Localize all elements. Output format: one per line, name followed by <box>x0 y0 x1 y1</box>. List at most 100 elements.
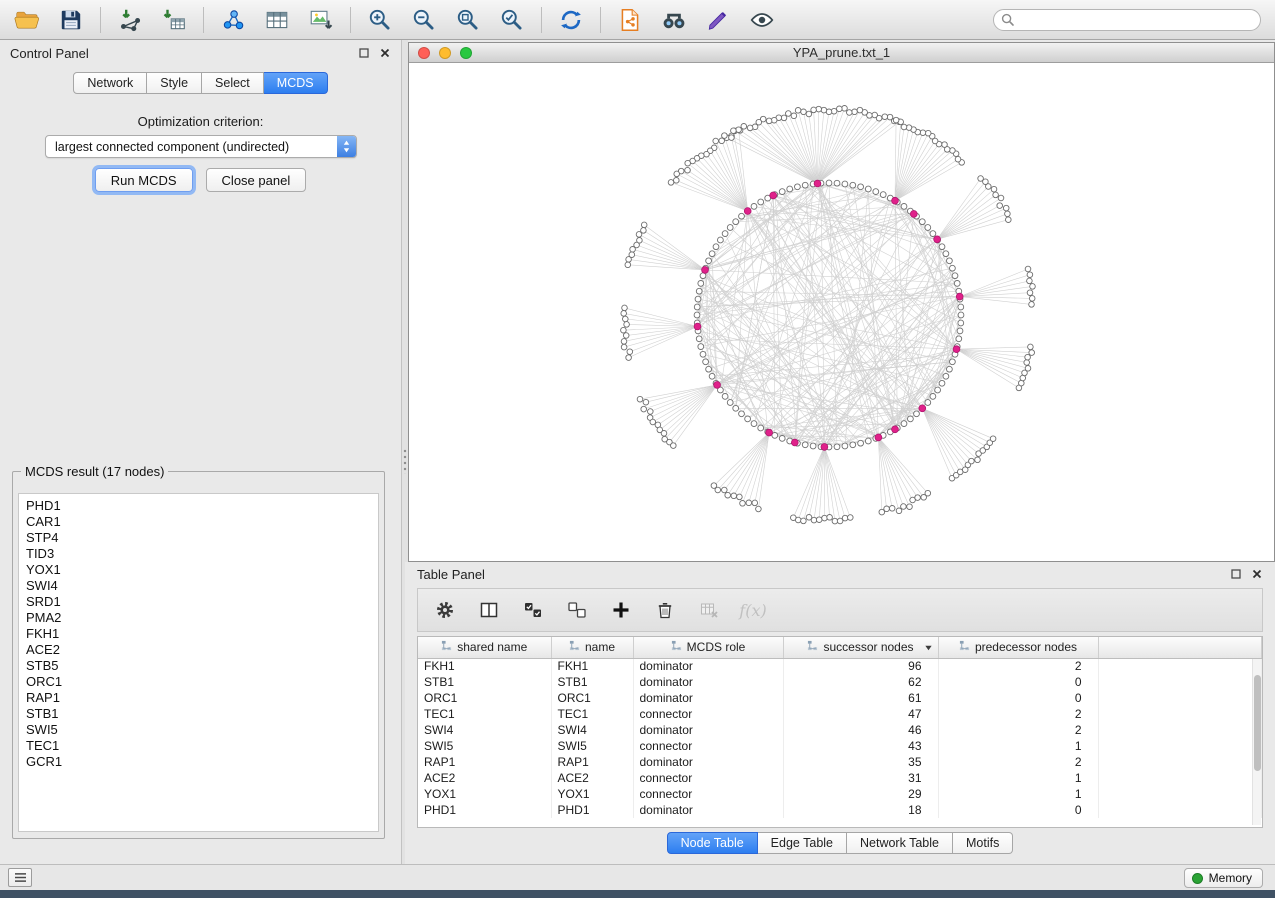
mcds-result-item[interactable]: STP4 <box>26 530 378 546</box>
column-header-shared-name[interactable]: shared name <box>418 637 551 658</box>
mcds-result-item[interactable]: SWI5 <box>26 722 378 738</box>
toolbar-separator <box>203 7 204 33</box>
table-cell: 1 <box>938 786 1098 802</box>
network-graph[interactable] <box>409 63 1274 561</box>
table-tab-motifs[interactable]: Motifs <box>953 832 1013 854</box>
search-input[interactable] <box>993 9 1261 31</box>
table-row[interactable]: RAP1RAP1dominator352 <box>418 754 1262 770</box>
table-tab-node-table[interactable]: Node Table <box>667 832 758 854</box>
table-row[interactable]: ACE2ACE2connector311 <box>418 770 1262 786</box>
zoom-selected-icon[interactable] <box>491 3 533 37</box>
table-cell-filler <box>1098 722 1262 738</box>
table-cell: 18 <box>783 802 938 818</box>
mcds-result-item[interactable]: PHD1 <box>26 498 378 514</box>
export-network-icon[interactable] <box>609 3 651 37</box>
delete-table-icon <box>696 597 722 623</box>
table-row[interactable]: SWI5SWI5connector431 <box>418 738 1262 754</box>
memory-button[interactable]: Memory <box>1184 868 1263 888</box>
table-row[interactable]: FKH1FKH1dominator962 <box>418 658 1262 674</box>
mcds-result-item[interactable]: ACE2 <box>26 642 378 658</box>
close-table-panel-icon[interactable] <box>1251 568 1263 580</box>
mcds-result-item[interactable]: ORC1 <box>26 674 378 690</box>
table-cell: PHD1 <box>551 802 633 818</box>
table-row[interactable]: PHD1PHD1dominator180 <box>418 802 1262 818</box>
select-all-icon[interactable] <box>520 597 546 623</box>
table-settings-icon[interactable] <box>432 597 458 623</box>
mcds-result-item[interactable]: FKH1 <box>26 626 378 642</box>
mcds-result-item[interactable]: SRD1 <box>26 594 378 610</box>
mcds-result-item[interactable]: TEC1 <box>26 738 378 754</box>
network-canvas[interactable] <box>409 63 1274 561</box>
table-tab-network-table[interactable]: Network Table <box>847 832 953 854</box>
dropdown-stepper-icon <box>337 136 356 157</box>
table-cell-filler <box>1098 706 1262 722</box>
tab-network[interactable]: Network <box>73 72 147 94</box>
mcds-result-item[interactable]: SWI4 <box>26 578 378 594</box>
new-network-icon[interactable] <box>212 3 254 37</box>
table-cell-filler <box>1098 658 1262 674</box>
table-toolbar: f(x) <box>417 588 1263 632</box>
table-scrollbar[interactable] <box>1252 659 1261 825</box>
zoom-in-icon[interactable] <box>359 3 401 37</box>
table-row[interactable]: YOX1YOX1connector291 <box>418 786 1262 802</box>
refresh-layout-icon[interactable] <box>550 3 592 37</box>
table-cell: 96 <box>783 658 938 674</box>
column-header-name[interactable]: name <box>551 637 633 658</box>
table-cell: STB1 <box>551 674 633 690</box>
deselect-all-icon[interactable] <box>564 597 590 623</box>
panel-menu-button[interactable] <box>8 868 32 887</box>
table-cell: dominator <box>633 722 783 738</box>
mcds-result-list[interactable]: PHD1CAR1STP4TID3YOX1SWI4SRD1PMA2FKH1ACE2… <box>18 493 379 832</box>
mcds-result-item[interactable]: GCR1 <box>26 754 378 770</box>
save-session-icon[interactable] <box>50 3 92 37</box>
mcds-result-item[interactable]: STB5 <box>26 658 378 674</box>
table-row[interactable]: TEC1TEC1connector472 <box>418 706 1262 722</box>
show-graphics-icon[interactable] <box>741 3 783 37</box>
table-cell: 47 <box>783 706 938 722</box>
table-cell: ORC1 <box>551 690 633 706</box>
zoom-fit-icon[interactable] <box>447 3 489 37</box>
mcds-result-item[interactable]: TID3 <box>26 546 378 562</box>
show-columns-icon[interactable] <box>476 597 502 623</box>
column-header-successor-nodes[interactable]: successor nodes <box>783 637 938 658</box>
column-header-predecessor-nodes[interactable]: predecessor nodes <box>938 637 1098 658</box>
import-table-file-icon[interactable] <box>153 3 195 37</box>
search-box[interactable] <box>993 9 1261 31</box>
table-cell: TEC1 <box>418 706 551 722</box>
import-network-file-icon[interactable] <box>109 3 151 37</box>
network-titlebar[interactable]: YPA_prune.txt_1 <box>409 43 1274 63</box>
function-builder-icon: f(x) <box>740 597 766 623</box>
run-mcds-button[interactable]: Run MCDS <box>95 168 193 192</box>
zoom-out-icon[interactable] <box>403 3 445 37</box>
open-session-icon[interactable] <box>6 3 48 37</box>
table-row[interactable]: STB1STB1dominator620 <box>418 674 1262 690</box>
add-row-icon[interactable] <box>608 597 634 623</box>
close-panel-icon[interactable] <box>379 47 391 59</box>
table-tab-edge-table[interactable]: Edge Table <box>758 832 847 854</box>
criterion-select[interactable]: largest connected component (undirected) <box>45 135 357 158</box>
attribute-icon <box>569 640 580 654</box>
mcds-result-item[interactable]: YOX1 <box>26 562 378 578</box>
criterion-value: largest connected component (undirected) <box>46 140 337 154</box>
tab-select[interactable]: Select <box>202 72 264 94</box>
export-image-icon[interactable] <box>300 3 342 37</box>
mcds-result-item[interactable]: PMA2 <box>26 610 378 626</box>
table-row[interactable]: SWI4SWI4dominator462 <box>418 722 1262 738</box>
mcds-result-item[interactable]: CAR1 <box>26 514 378 530</box>
find-icon[interactable] <box>653 3 695 37</box>
mcds-result-group: MCDS result (17 nodes) PHD1CAR1STP4TID3Y… <box>12 464 385 839</box>
table-scrollbar-thumb[interactable] <box>1254 675 1261 771</box>
sort-menu-icon[interactable] <box>922 641 935 654</box>
mcds-result-item[interactable]: STB1 <box>26 706 378 722</box>
delete-row-icon[interactable] <box>652 597 678 623</box>
column-header-mcds-role[interactable]: MCDS role <box>633 637 783 658</box>
new-table-icon[interactable] <box>256 3 298 37</box>
float-panel-icon[interactable] <box>358 47 370 59</box>
tab-mcds[interactable]: MCDS <box>264 72 328 94</box>
tab-style[interactable]: Style <box>147 72 202 94</box>
paint-style-icon[interactable] <box>697 3 739 37</box>
close-panel-button[interactable]: Close panel <box>206 168 307 192</box>
float-table-panel-icon[interactable] <box>1230 568 1242 580</box>
table-row[interactable]: ORC1ORC1dominator610 <box>418 690 1262 706</box>
mcds-result-item[interactable]: RAP1 <box>26 690 378 706</box>
